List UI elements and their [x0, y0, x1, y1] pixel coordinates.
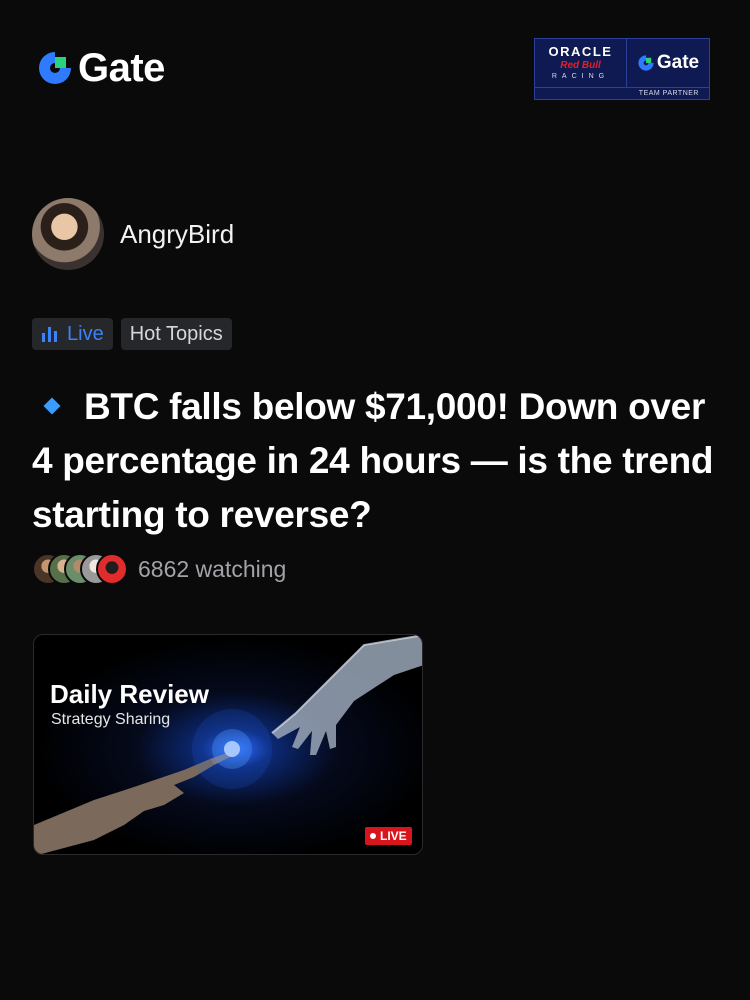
racing-text: RACING [551, 73, 610, 80]
live-badge: LIVE [365, 827, 412, 845]
video-subtitle: Strategy Sharing [51, 711, 171, 728]
hands-illustration [34, 635, 422, 854]
redbull-text: Red Bull [560, 60, 601, 71]
hot-topics-label: Hot Topics [129, 322, 223, 345]
post-page: Gate ORACLE Red Bull RACING Gate TEAM PA… [0, 0, 750, 1000]
author-name[interactable]: AngryBird [120, 219, 234, 250]
watching-count: 6862 watching [138, 555, 287, 582]
live-tag[interactable]: Live [32, 318, 113, 350]
video-title: Daily Review [50, 679, 209, 709]
avatar[interactable] [32, 198, 104, 270]
post-headline[interactable]: BTC falls below $71,000! Down over 4 per… [32, 380, 722, 542]
live-badge-label: LIVE [380, 829, 407, 843]
partner-gate-text: Gate [656, 52, 700, 73]
team-partner-text: TEAM PARTNER [638, 90, 699, 97]
gate-logo[interactable]: Gate [36, 48, 165, 88]
hot-topics-tag[interactable]: Hot Topics [120, 318, 232, 350]
viewer-avatar [96, 553, 128, 585]
diamond-icon [43, 397, 61, 415]
viewer-avatars [32, 553, 128, 585]
gate-logo-icon [39, 52, 71, 84]
logo-text: Gate [78, 46, 165, 90]
oracle-text: ORACLE [548, 44, 613, 59]
watching-row: 6862 watching [32, 553, 286, 585]
tag-row: Live Hot Topics [32, 318, 232, 350]
video-thumbnail[interactable]: Daily Review Strategy Sharing LIVE [33, 634, 423, 855]
live-dot-icon [370, 833, 376, 839]
team-partner-badge: ORACLE Red Bull RACING Gate TEAM PARTNER [534, 38, 710, 100]
author-row[interactable]: AngryBird [32, 198, 234, 270]
headline-text: BTC falls below $71,000! Down over 4 per… [32, 386, 714, 535]
gate-small-logo-icon [638, 55, 654, 71]
live-tag-label: Live [67, 322, 104, 345]
bar-chart-icon [42, 327, 57, 342]
